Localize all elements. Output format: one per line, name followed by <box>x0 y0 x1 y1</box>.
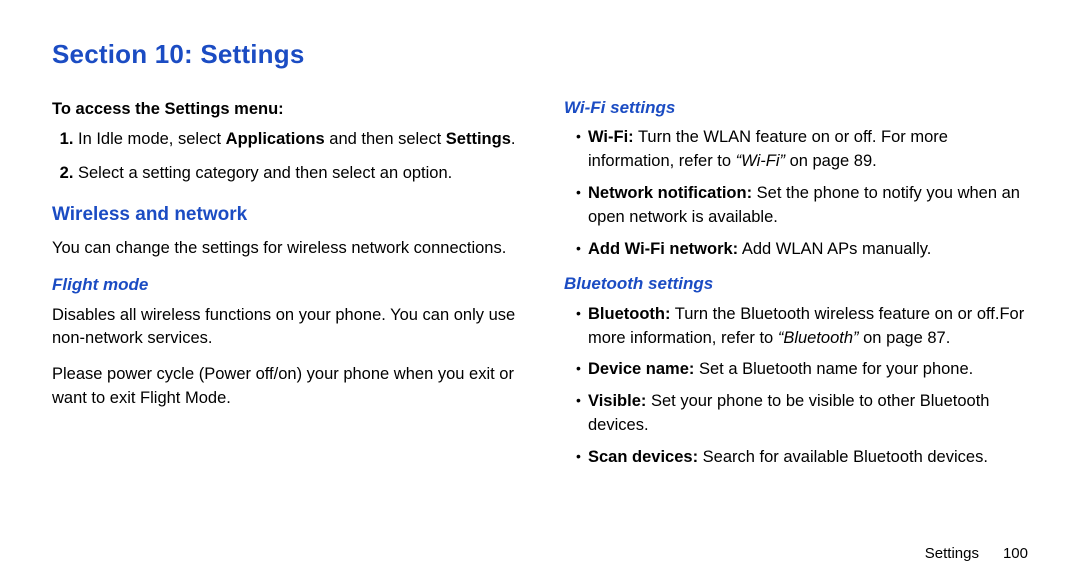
step-2: Select a setting category and then selec… <box>78 162 516 186</box>
wifi-settings-heading: Wi-Fi settings <box>564 96 1028 121</box>
page-number: 100 <box>1003 545 1028 562</box>
footer-label: Settings <box>925 545 979 562</box>
bt-bullet-scan-devices: Scan devices: Search for available Bluet… <box>576 446 1028 470</box>
access-heading: To access the Settings menu: <box>52 98 516 122</box>
bt-bullet-visible: Visible: Set your phone to be visible to… <box>576 390 1028 438</box>
wireless-heading: Wireless and network <box>52 201 516 229</box>
two-column-layout: To access the Settings menu: In Idle mod… <box>52 96 1028 478</box>
wifi-bullet-add-wifi: Add Wi-Fi network: Add WLAN APs manually… <box>576 238 1028 262</box>
device-name-text: Set a Bluetooth name for your phone. <box>694 360 973 378</box>
visible-label: Visible: <box>588 392 646 410</box>
step-1-post: . <box>511 130 516 148</box>
page-footer: Settings 100 <box>925 543 1028 565</box>
step-1-body: In Idle mode, select Applications and th… <box>78 130 515 148</box>
wifi-bullet-network-notification: Network notification: Set the phone to n… <box>576 182 1028 230</box>
bt-bullet-device-name: Device name: Set a Bluetooth name for yo… <box>576 358 1028 382</box>
bluetooth-ref: “Bluetooth” <box>778 329 859 347</box>
left-column: To access the Settings menu: In Idle mod… <box>52 96 516 478</box>
scan-devices-label: Scan devices: <box>588 448 698 466</box>
flight-mode-p2: Please power cycle (Power off/on) your p… <box>52 363 516 411</box>
device-name-label: Device name: <box>588 360 694 378</box>
bt-bullet-bluetooth: Bluetooth: Turn the Bluetooth wireless f… <box>576 303 1028 351</box>
add-wifi-text: Add WLAN APs manually. <box>738 240 931 258</box>
wifi-label: Wi-Fi: <box>588 128 634 146</box>
wifi-ref: “Wi-Fi” <box>736 152 785 170</box>
bluetooth-post: on page 87. <box>859 329 951 347</box>
flight-mode-p1: Disables all wireless functions on your … <box>52 304 516 352</box>
wifi-post: on page 89. <box>785 152 877 170</box>
step-1-pre: In Idle mode, select <box>78 130 226 148</box>
visible-text: Set your phone to be visible to other Bl… <box>588 392 989 434</box>
right-column: Wi-Fi settings Wi-Fi: Turn the WLAN feat… <box>564 96 1028 478</box>
step-1-settings: Settings <box>446 130 511 148</box>
bluetooth-label: Bluetooth: <box>588 305 670 323</box>
add-wifi-label: Add Wi-Fi network: <box>588 240 738 258</box>
bluetooth-bullets: Bluetooth: Turn the Bluetooth wireless f… <box>564 303 1028 471</box>
network-notification-label: Network notification: <box>588 184 752 202</box>
wireless-body: You can change the settings for wireless… <box>52 237 516 261</box>
bluetooth-settings-heading: Bluetooth settings <box>564 272 1028 297</box>
step-1-mid: and then select <box>325 130 446 148</box>
wifi-bullets: Wi-Fi: Turn the WLAN feature on or off. … <box>564 126 1028 262</box>
step-1: In Idle mode, select Applications and th… <box>78 128 516 152</box>
step-1-applications: Applications <box>226 130 325 148</box>
document-page: Section 10: Settings To access the Setti… <box>0 0 1080 585</box>
step-2-body: Select a setting category and then selec… <box>78 164 452 182</box>
section-title: Section 10: Settings <box>52 36 1028 74</box>
scan-devices-text: Search for available Bluetooth devices. <box>698 448 988 466</box>
flight-mode-heading: Flight mode <box>52 273 516 298</box>
wifi-bullet-wifi: Wi-Fi: Turn the WLAN feature on or off. … <box>576 126 1028 174</box>
access-steps-list: In Idle mode, select Applications and th… <box>52 128 516 186</box>
